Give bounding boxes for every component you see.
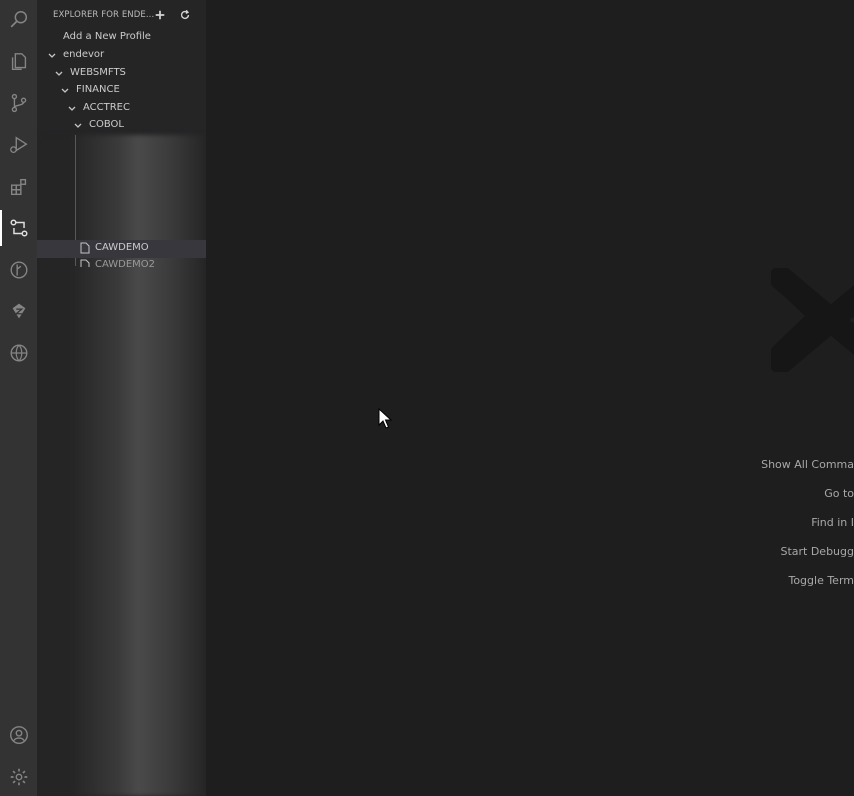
chevron-down-icon bbox=[61, 88, 69, 93]
sidebar-title: EXPLORER FOR ENDE... bbox=[53, 10, 155, 20]
shortcut-toggle-terminal: Toggle Term bbox=[788, 574, 854, 587]
settings-gear-icon[interactable] bbox=[0, 759, 37, 795]
add-profile-item[interactable]: Add a New Profile bbox=[37, 29, 206, 47]
chevron-down-icon bbox=[55, 71, 63, 76]
tree-node-label: ACCTREC bbox=[83, 102, 130, 113]
shortcut-start-debugging: Start Debugg bbox=[780, 545, 854, 558]
vscode-logo-watermark-icon bbox=[771, 268, 854, 372]
tree-node-finance[interactable]: FINANCE bbox=[37, 82, 206, 100]
file-icon bbox=[80, 259, 90, 267]
editor-area: Show All Comma Go to Find in I Start Deb… bbox=[206, 0, 854, 796]
tree-node-acctrec[interactable]: ACCTREC bbox=[37, 100, 206, 118]
tree-node-endevor[interactable]: endevor bbox=[37, 47, 206, 65]
chevron-down-icon bbox=[74, 123, 82, 128]
chevron-down-icon bbox=[68, 106, 76, 111]
mouse-pointer-icon bbox=[378, 408, 392, 429]
tree-node-label: FINANCE bbox=[76, 84, 120, 95]
shortcut-find-in-files: Find in I bbox=[811, 516, 854, 529]
add-profile-label: Add a New Profile bbox=[63, 31, 151, 42]
extensions-icon[interactable] bbox=[0, 169, 37, 205]
tree-node-label: WEBSMFTS bbox=[70, 67, 126, 78]
tree-node-label: COBOL bbox=[89, 119, 124, 130]
chevron-down-icon bbox=[48, 53, 56, 58]
vscode-window: EXPLORER FOR ENDE... Add a New Profile e… bbox=[0, 0, 854, 796]
tree-file-label: CAWDEMO bbox=[95, 242, 149, 253]
tree-node-cobol[interactable]: COBOL bbox=[37, 117, 206, 135]
source-control-icon[interactable] bbox=[0, 85, 37, 121]
file-icon bbox=[80, 242, 90, 254]
tree-file-label: CAWDEMO2 bbox=[95, 259, 156, 267]
files-icon[interactable] bbox=[0, 44, 37, 80]
tree-node-label: endevor bbox=[63, 49, 105, 60]
tree-file-cawdemo[interactable]: CAWDEMO bbox=[37, 240, 206, 258]
account-icon[interactable] bbox=[0, 717, 37, 753]
endevor-explorer-icon[interactable] bbox=[0, 210, 37, 246]
search-icon[interactable] bbox=[0, 2, 37, 38]
remote-explorer-icon[interactable] bbox=[0, 335, 37, 371]
tree-node-websmfts[interactable]: WEBSMFTS bbox=[37, 65, 206, 83]
scroll-blur-overlay bbox=[37, 135, 206, 796]
plus-icon[interactable] bbox=[153, 8, 167, 22]
tree-file-cawdemo2[interactable]: CAWDEMO2 bbox=[37, 257, 206, 267]
run-debug-icon[interactable] bbox=[0, 127, 37, 163]
activity-bar bbox=[0, 0, 37, 796]
endevor-explorer-sidebar: EXPLORER FOR ENDE... Add a New Profile e… bbox=[37, 0, 206, 796]
shortcut-go-to-file: Go to bbox=[824, 487, 854, 500]
zowe-icon[interactable] bbox=[0, 293, 37, 329]
shortcut-show-all-commands: Show All Comma bbox=[761, 458, 854, 471]
sidebar-header: EXPLORER FOR ENDE... bbox=[37, 0, 206, 30]
git-graph-icon[interactable] bbox=[0, 252, 37, 288]
refresh-icon[interactable] bbox=[178, 8, 192, 22]
